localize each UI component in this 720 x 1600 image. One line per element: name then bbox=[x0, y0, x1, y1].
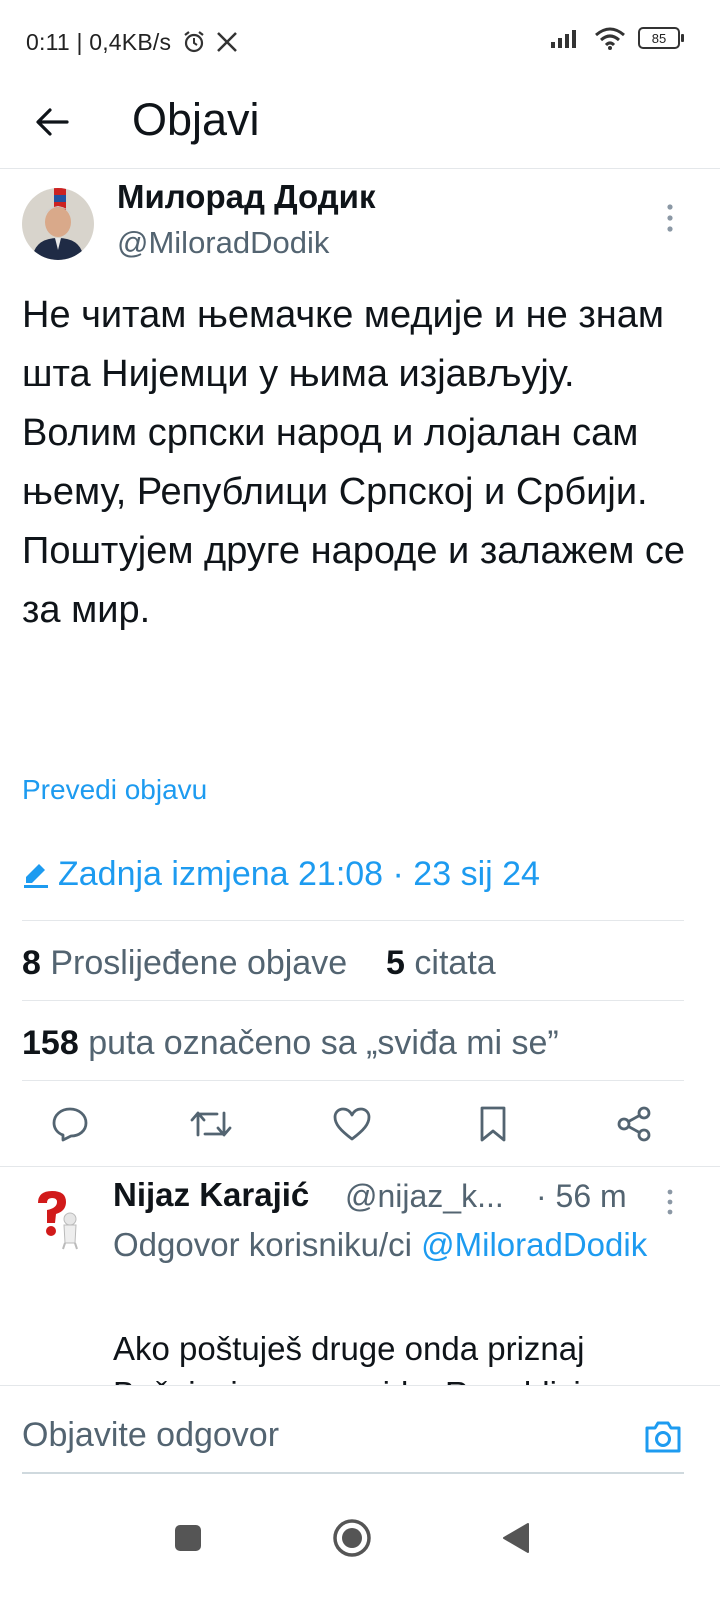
retweet-button[interactable] bbox=[181, 1094, 241, 1154]
divider bbox=[22, 1000, 684, 1001]
top-bar: Objavi bbox=[0, 88, 720, 169]
like-icon bbox=[333, 1107, 371, 1141]
composer-underline bbox=[22, 1472, 684, 1474]
reply-context: Odgovor korisniku/ci @MiloradDodik bbox=[113, 1222, 673, 1267]
back-button[interactable] bbox=[30, 100, 74, 144]
bookmark-icon bbox=[480, 1106, 506, 1142]
reply-author-handle[interactable]: @nijaz_k... bbox=[345, 1178, 504, 1215]
translate-link[interactable]: Prevedi objavu bbox=[22, 774, 207, 806]
like-button[interactable] bbox=[322, 1094, 382, 1154]
reply-more-options-icon[interactable] bbox=[660, 1188, 680, 1216]
likes-stats[interactable]: 158 puta označeno sa „sviđa mi se” bbox=[22, 1024, 559, 1063]
back-nav-button[interactable] bbox=[486, 1508, 546, 1568]
signal-icon bbox=[551, 30, 576, 48]
edited-label: Zadnja izmjena 21:08 · 23 sij 24 bbox=[58, 855, 540, 893]
camera-icon bbox=[645, 1421, 681, 1453]
retweets-label[interactable]: Proslijeđene objave bbox=[50, 944, 347, 982]
author-name[interactable]: Милорад Додик bbox=[117, 178, 375, 216]
reply-mention-link[interactable]: @MiloradDodik bbox=[421, 1226, 647, 1263]
divider bbox=[22, 1080, 684, 1081]
triangle-back-icon bbox=[503, 1523, 529, 1553]
author-handle[interactable]: @MiloradDodik bbox=[117, 225, 329, 261]
tweet-text: Не читам њемачке медије и не знам шта Ни… bbox=[22, 286, 702, 640]
tweet-paragraph: Волим српски народ и лојалан сам њему, Р… bbox=[22, 412, 648, 513]
retweet-icon bbox=[190, 1111, 232, 1137]
reply-button[interactable] bbox=[40, 1094, 100, 1154]
edited-info[interactable]: Zadnja izmjena 21:08 · 23 sij 24 bbox=[22, 855, 540, 894]
reply-icon bbox=[52, 1107, 88, 1142]
wifi-icon bbox=[595, 27, 625, 50]
camera-button[interactable] bbox=[640, 1414, 686, 1460]
divider bbox=[22, 920, 684, 921]
likes-label: puta označeno sa „sviđa mi se” bbox=[88, 1024, 559, 1062]
reply-input[interactable]: Objavite odgovor bbox=[22, 1416, 279, 1455]
status-time: 0:11 | 0,4KB/s bbox=[26, 29, 172, 55]
tweet-paragraph: Поштујем друге народе и залажем се за ми… bbox=[22, 530, 686, 631]
home-button[interactable] bbox=[322, 1508, 382, 1568]
alarm-icon bbox=[184, 31, 204, 53]
reply-text: Ako poštuješ druge onda priznaj bbox=[113, 1330, 585, 1367]
recents-button[interactable] bbox=[158, 1508, 218, 1568]
action-bar bbox=[0, 1094, 720, 1154]
home-circle-icon bbox=[333, 1519, 371, 1557]
reply-time: · 56 m bbox=[536, 1178, 627, 1214]
reply-composer: Objavite odgovor bbox=[0, 1385, 720, 1486]
bookmark-button[interactable] bbox=[463, 1094, 523, 1154]
share-icon bbox=[617, 1106, 651, 1142]
likes-count: 158 bbox=[22, 1024, 79, 1062]
system-nav-bar bbox=[0, 1490, 720, 1600]
quotes-count: 5 bbox=[386, 944, 405, 982]
x-logo-icon bbox=[217, 32, 237, 52]
tweet-paragraph: Не читам њемачке медије и не знам шта Ни… bbox=[22, 294, 665, 395]
reply-context-prefix: Odgovor korisniku/ci bbox=[113, 1226, 412, 1263]
quotes-label[interactable]: citata bbox=[414, 944, 495, 982]
divider bbox=[0, 1166, 720, 1167]
battery-icon: 85 bbox=[638, 27, 684, 49]
share-button[interactable] bbox=[604, 1094, 664, 1154]
more-options-icon[interactable] bbox=[660, 202, 680, 234]
pencil-icon bbox=[24, 863, 48, 888]
retweets-count: 8 bbox=[22, 944, 41, 982]
page-title: Objavi bbox=[132, 94, 260, 145]
status-icons: 85 bbox=[550, 26, 684, 50]
reply-author-name[interactable]: Nijaz Karajić bbox=[113, 1176, 309, 1214]
square-icon bbox=[175, 1525, 201, 1551]
arrow-left-icon bbox=[36, 108, 69, 136]
author-avatar[interactable] bbox=[22, 188, 94, 260]
retweet-quote-stats: 8 Proslijeđene objave 5 citata bbox=[22, 944, 496, 983]
reply-avatar[interactable] bbox=[24, 1185, 90, 1251]
status-bar: 0:11 | 0,4KB/s 85 bbox=[0, 0, 720, 88]
